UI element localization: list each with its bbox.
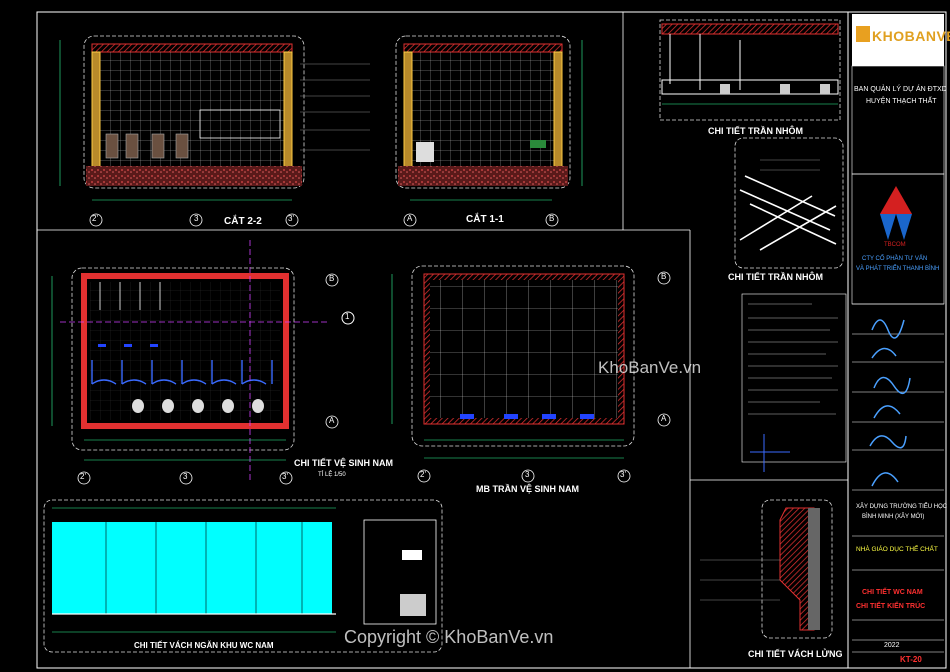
ceiling-detail-a [659, 19, 841, 121]
axis-label: 3 [525, 470, 530, 479]
axis-label: B [549, 214, 555, 223]
wc-plan-title: CHI TIẾT VỆ SINH NAM [294, 458, 394, 468]
drawing-year: 2022 [884, 642, 900, 649]
owner-line-2: HUYỆN THẠCH THẤT [866, 98, 937, 105]
axis-label: B [661, 272, 667, 281]
axis-label: 3' [282, 472, 288, 481]
drawing-title-2: CHI TIẾT KIẾN TRÚC [856, 603, 926, 610]
section-1-1-title: CẮT 1-1 [466, 214, 504, 225]
axis-label: A [661, 414, 667, 423]
notes-block [741, 293, 847, 472]
building-name: NHÀ GIÁO DỤC THỂ CHẤT [856, 546, 938, 553]
owner-line-1: BAN QUẢN LÝ DỰ ÁN ĐTXD [854, 86, 947, 93]
logo-text: KHOBANVE [872, 28, 950, 44]
company-abbr: TBCOM [884, 242, 906, 248]
watermark-bottom: Copyright © KhoBanVe.vn [344, 627, 554, 647]
cad-drawing-sheet [36, 11, 947, 669]
axis-label: 3' [620, 470, 626, 479]
axis-label: B [329, 274, 335, 283]
partition-title: CHI TIẾT VÁCH NGĂN KHU WC NAM [134, 641, 274, 650]
ceiling-plan-title: MB TRẦN VỆ SINH NAM [476, 484, 579, 494]
axis-label: A [407, 214, 413, 223]
company-line-2: VÀ PHÁT TRIỂN THANH BÌNH [856, 266, 940, 272]
title-block [851, 14, 945, 653]
axis-label: 2' [80, 472, 86, 481]
section-2-2-title: CẮT 2-2 [224, 216, 262, 227]
project-line-2: BÌNH MINH (XÂY MỚI) [862, 514, 925, 520]
axis-label: 3' [288, 214, 294, 223]
wc-plan-scale: TỈ LỆ 1/50 [318, 472, 346, 478]
axis-label: 3 [194, 214, 199, 223]
company-line-1: CTY CỔ PHẦN TƯ VẤN [862, 256, 928, 262]
section-2-2-drawing [59, 35, 370, 227]
ceiling-detail-a-title: CHI TIẾT TRẦN NHÔM [708, 126, 803, 136]
half-wall-drawing [700, 499, 833, 639]
axis-label: 1 [345, 312, 350, 321]
wc-plan-drawing [51, 240, 355, 485]
ceiling-detail-b-title: CHI TIẾT TRẦN NHÔM [728, 272, 823, 282]
project-line-1: XÂY DỰNG TRƯỜNG TIỂU HỌC [856, 504, 948, 510]
half-wall-title: CHI TIẾT VÁCH LỬNG [748, 649, 843, 659]
ceiling-detail-b [734, 137, 844, 269]
axis-label: 3 [183, 472, 188, 481]
watermark-center: KhoBanVe.vn [598, 358, 702, 377]
sheet-number: KT-20 [900, 655, 922, 664]
axis-label: A [329, 416, 335, 425]
section-1-1-drawing [395, 35, 583, 227]
axis-label: 2' [92, 214, 98, 223]
axis-label: 2' [420, 470, 426, 479]
drawing-title-1: CHI TIẾT WC NAM [862, 589, 923, 596]
